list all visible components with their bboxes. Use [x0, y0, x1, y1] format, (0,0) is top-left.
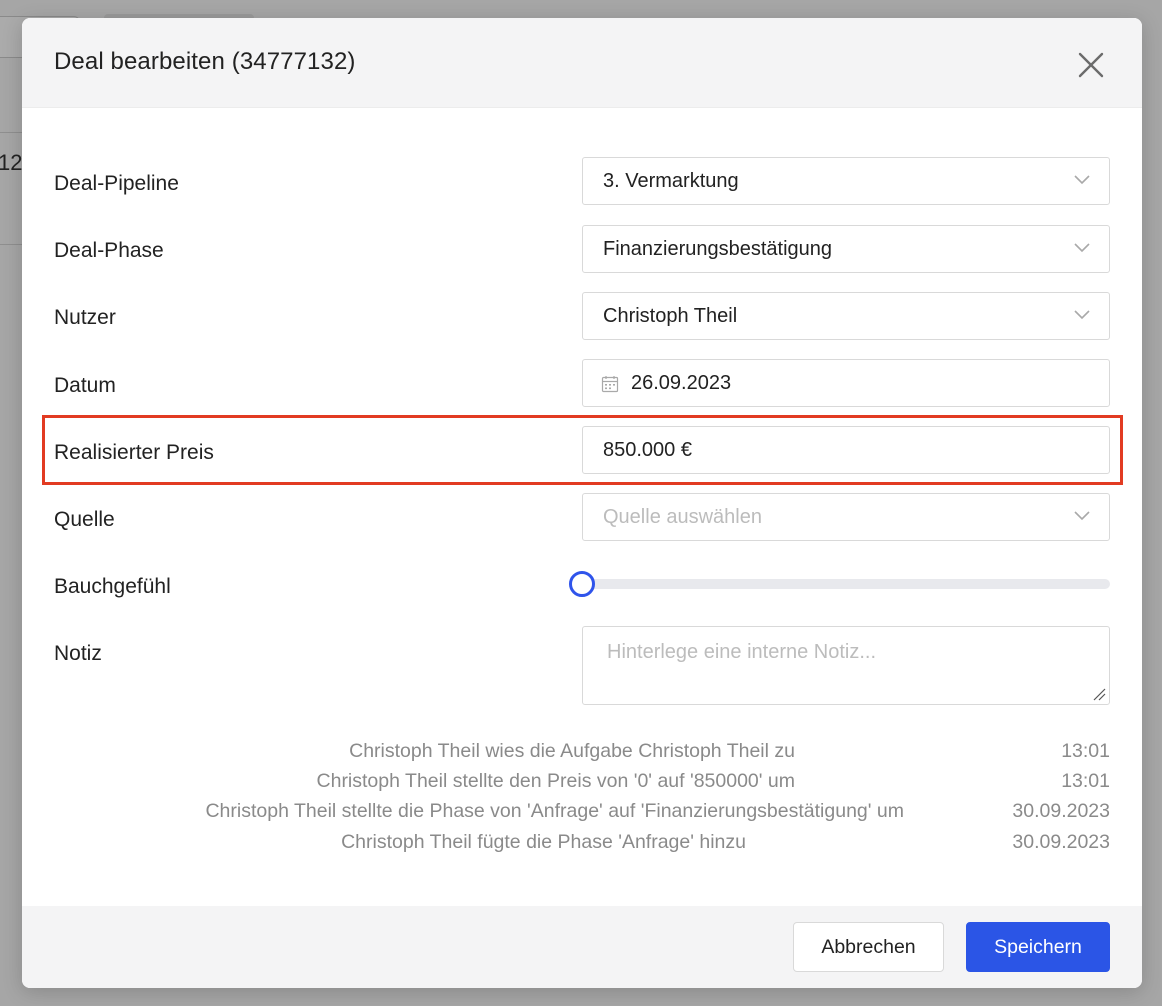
gut-feeling-label: Bauchgefühl: [54, 575, 171, 598]
activity-entry-time: 13:01: [1061, 740, 1110, 762]
close-button[interactable]: [1074, 48, 1108, 82]
activity-entry-time: 30.09.2023: [1012, 800, 1110, 822]
calendar-icon: [601, 376, 619, 393]
user-label: Nutzer: [54, 306, 116, 329]
chevron-down-icon: [1074, 243, 1090, 253]
edit-deal-modal: Deal bearbeiten (34777132) Deal-Pipeline…: [22, 18, 1142, 988]
chevron-down-icon: [1074, 511, 1090, 521]
pipeline-select[interactable]: 3. Vermarktung: [582, 157, 1110, 205]
modal-title: Deal bearbeiten (34777132): [54, 48, 356, 75]
gut-feeling-slider-handle[interactable]: [569, 571, 595, 597]
cancel-button[interactable]: Abbrechen: [793, 922, 944, 972]
pipeline-label: Deal-Pipeline: [54, 172, 179, 195]
background-number: 12: [0, 150, 23, 175]
user-value: Christoph Theil: [603, 305, 738, 327]
close-icon: [1078, 52, 1104, 78]
source-select[interactable]: Quelle auswählen: [582, 493, 1110, 541]
date-label: Datum: [54, 374, 116, 397]
activity-entry-text: Christoph Theil stellte die Phase von 'A…: [205, 800, 904, 822]
chevron-down-icon: [1074, 310, 1090, 320]
note-textarea[interactable]: Hinterlege eine interne Notiz...: [582, 626, 1110, 705]
activity-entry-time: 13:01: [1061, 770, 1110, 792]
pipeline-value: 3. Vermarktung: [603, 170, 739, 192]
note-placeholder: Hinterlege eine interne Notiz...: [607, 641, 877, 663]
date-picker[interactable]: 26.09.2023: [582, 359, 1110, 407]
date-value: 26.09.2023: [631, 372, 732, 394]
phase-value: Finanzierungsbestätigung: [603, 238, 833, 260]
source-label: Quelle: [54, 508, 115, 531]
note-label: Notiz: [54, 642, 102, 665]
save-button[interactable]: Speichern: [966, 922, 1110, 972]
source-placeholder: Quelle auswählen: [603, 506, 762, 528]
phase-select[interactable]: Finanzierungsbestätigung: [582, 225, 1110, 273]
activity-entry-time: 30.09.2023: [1012, 831, 1110, 853]
gut-feeling-slider-track[interactable]: [582, 579, 1110, 589]
price-label: Realisierter Preis: [54, 441, 214, 464]
phase-label: Deal-Phase: [54, 239, 164, 262]
price-input[interactable]: 850.000 €: [582, 426, 1110, 474]
activity-entry-text: Christoph Theil fügte die Phase 'Anfrage…: [341, 831, 746, 853]
user-select[interactable]: Christoph Theil: [582, 292, 1110, 340]
activity-entry-text: Christoph Theil stellte den Preis von '0…: [316, 770, 795, 792]
chevron-down-icon: [1074, 175, 1090, 185]
resize-handle-icon[interactable]: [1092, 687, 1106, 701]
modal-footer: Abbrechen Speichern: [22, 906, 1142, 988]
activity-entry-text: Christoph Theil wies die Aufgabe Christo…: [349, 740, 795, 762]
price-value: 850.000 €: [603, 439, 692, 461]
modal-header: Deal bearbeiten (34777132): [22, 18, 1142, 108]
